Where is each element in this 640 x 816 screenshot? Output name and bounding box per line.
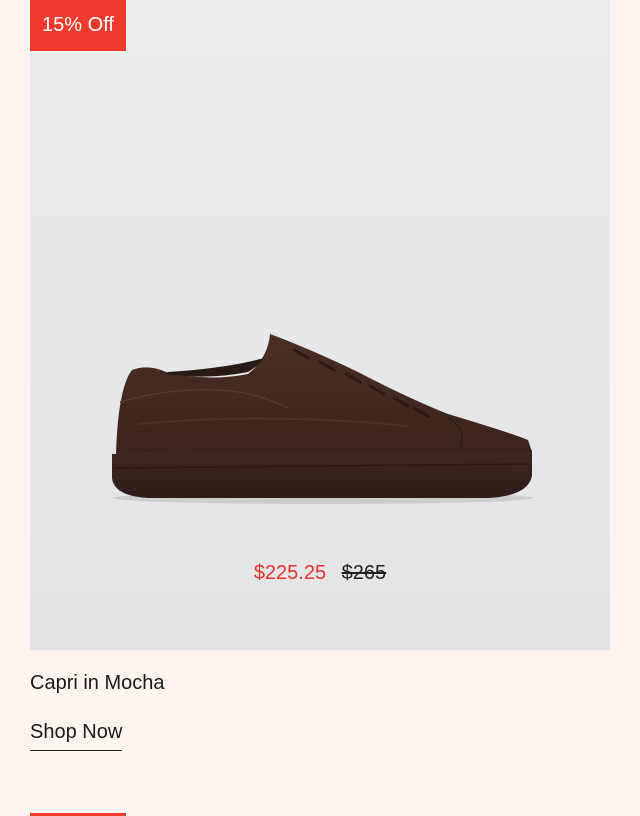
discount-badge: 15% Off bbox=[30, 0, 126, 51]
shop-now-link[interactable]: Shop Now bbox=[30, 721, 123, 751]
sale-price: $225.25 bbox=[253, 562, 327, 584]
product-image[interactable] bbox=[108, 328, 534, 508]
product-card[interactable]: 15% Off $225.25 $265 bbox=[30, 0, 610, 650]
original-price: $265 bbox=[341, 562, 387, 584]
price-row: $225.25 $265 bbox=[30, 562, 610, 585]
product-name[interactable]: Capri in Mocha bbox=[30, 672, 165, 695]
